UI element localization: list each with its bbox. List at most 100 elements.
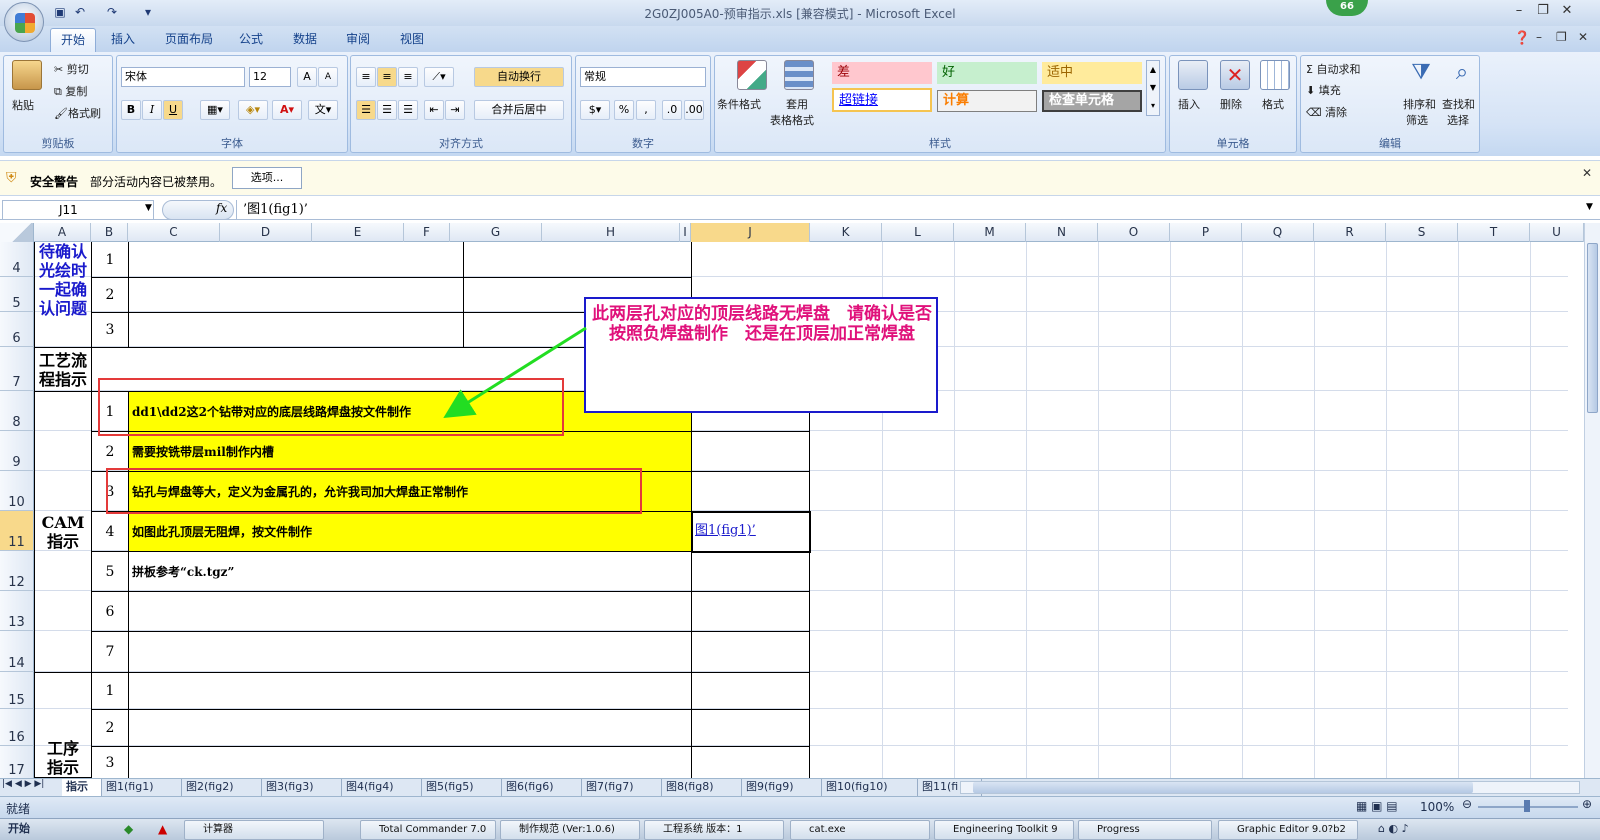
minimize-icon[interactable]: –	[1508, 3, 1530, 21]
wrap-text-button[interactable]: 自动换行	[474, 67, 564, 87]
align-right-icon[interactable]: ☰	[398, 100, 418, 120]
tab-data[interactable]: 数据	[283, 28, 327, 52]
tab-home[interactable]: 开始	[50, 28, 97, 52]
shrink-font-icon[interactable]: A	[318, 67, 338, 87]
align-middle-icon[interactable]: ≡	[377, 67, 397, 87]
style-bad[interactable]: 差	[832, 62, 932, 84]
copy-button[interactable]: ⧉ 复制	[54, 83, 87, 99]
taskbar-cat[interactable]: cat.exe	[790, 820, 930, 840]
ribbon-close-icon[interactable]: ✕	[1578, 30, 1588, 44]
increase-indent-icon[interactable]: ⇥	[445, 100, 465, 120]
security-options-button[interactable]: 选项...	[232, 167, 302, 189]
pending-cell[interactable]	[128, 242, 464, 278]
taskbar-engineering-system[interactable]: 工程系统 版本：1	[644, 820, 784, 840]
sheet-tab[interactable]: 图9(fig9)	[742, 779, 822, 796]
format-painter-button[interactable]: 🖌格式刷	[54, 105, 101, 121]
cam-item-4[interactable]: 如图此孔顶层无阻焊，按文件制作	[128, 511, 692, 552]
sheet-tab[interactable]: 图3(fig3)	[262, 779, 342, 796]
sheet-tab[interactable]: 图2(fig2)	[182, 779, 262, 796]
security-close-icon[interactable]: ✕	[1582, 166, 1592, 180]
proc-cell[interactable]	[128, 709, 692, 747]
binoculars-icon[interactable]: ⌕	[1447, 60, 1477, 90]
sheet-tab[interactable]: 图5(fig5)	[422, 779, 502, 796]
zoom-out-icon[interactable]: ⊖	[1462, 797, 1472, 811]
style-hyperlink[interactable]: 超链接	[832, 88, 932, 112]
column-header-l[interactable]: L	[882, 223, 954, 242]
row-header-12[interactable]: 12	[0, 551, 34, 591]
currency-icon[interactable]: $▾	[580, 100, 610, 120]
sheet-tab[interactable]: 图8(fig8)	[662, 779, 742, 796]
row-header-13[interactable]: 13	[0, 591, 34, 631]
help-icon[interactable]: ❓	[1514, 31, 1530, 46]
column-header-p[interactable]: P	[1170, 223, 1242, 242]
autosum-button[interactable]: Σ 自动求和	[1306, 61, 1360, 77]
fx-icon[interactable]: fx	[216, 201, 227, 215]
proc-cell[interactable]	[128, 746, 692, 779]
align-top-icon[interactable]: ≡	[356, 67, 376, 87]
restore-icon[interactable]: ❐	[1532, 3, 1554, 21]
taskbar-total-commander[interactable]: Total Commander 7.0	[360, 820, 496, 840]
merge-center-button[interactable]: 合并后居中	[474, 100, 564, 120]
sheet-tab[interactable]: 图7(fig7)	[582, 779, 662, 796]
row-header-15[interactable]: 15	[0, 672, 34, 709]
start-button[interactable]: 开始	[2, 820, 36, 840]
find-select-l2[interactable]: 选择	[1447, 112, 1469, 128]
ribbon-minimize-icon[interactable]: –	[1536, 30, 1542, 44]
cam-j-cell[interactable]	[691, 551, 810, 592]
style-check-cell[interactable]: 检查单元格	[1042, 90, 1142, 112]
horizontal-scroll-thumb[interactable]	[973, 782, 1473, 793]
format-as-table-icon[interactable]	[784, 60, 814, 90]
comma-button[interactable]: ,	[636, 100, 656, 120]
undo-icon[interactable]: ↶	[72, 5, 88, 21]
cam-item-5[interactable]: 拼板参考“ck.tgz”	[128, 551, 692, 592]
sort-filter-l2[interactable]: 筛选	[1406, 112, 1428, 128]
row-header-4[interactable]: 4	[0, 242, 34, 277]
cam-j-cell[interactable]	[691, 431, 810, 472]
cut-button[interactable]: ✂ 剪切	[54, 61, 89, 77]
j11-hyperlink-cell[interactable]: 图1(fig1)’	[691, 511, 811, 553]
column-header-q[interactable]: Q	[1242, 223, 1314, 242]
delete-cells-button[interactable]: 删除	[1220, 96, 1242, 112]
row-header-10[interactable]: 10	[0, 471, 34, 511]
column-header-b[interactable]: B	[91, 223, 128, 242]
column-header-n[interactable]: N	[1026, 223, 1098, 242]
insert-cells-button[interactable]: 插入	[1178, 96, 1200, 112]
orientation-icon[interactable]: ⟋▾	[424, 67, 454, 87]
column-header-a[interactable]: A	[34, 223, 91, 242]
ribbon-restore-icon[interactable]: ❐	[1556, 30, 1567, 44]
quicklaunch-pdf-icon[interactable]: ▲	[158, 822, 167, 836]
column-header-f[interactable]: F	[404, 223, 450, 242]
taskbar-graphic-editor[interactable]: Graphic Editor 9.0?b2	[1218, 820, 1358, 840]
taskbar-calculator[interactable]: 计算器	[184, 820, 324, 840]
zoom-slider-thumb[interactable]	[1524, 800, 1530, 812]
name-box-dropdown-icon[interactable]: ▼	[145, 203, 152, 213]
borders-icon[interactable]: ▦▾	[200, 100, 230, 120]
select-all-corner[interactable]	[0, 223, 34, 242]
vertical-scroll-thumb[interactable]	[1587, 243, 1598, 413]
save-icon[interactable]: ▣	[52, 5, 68, 21]
row-header-6[interactable]: 6	[0, 312, 34, 347]
font-name-select[interactable]: 宋体	[121, 67, 245, 87]
fill-color-icon[interactable]: ◈▾	[238, 100, 268, 120]
sheet-tab[interactable]: 图1(fig1)	[102, 779, 182, 796]
tray-icons[interactable]: ⌂ ◐ ♪	[1378, 822, 1409, 835]
column-header-c[interactable]: C	[128, 223, 220, 242]
formula-input[interactable]: ’图1(fig1)’	[236, 200, 1586, 220]
font-color-icon[interactable]: A▾	[272, 100, 302, 120]
row-header-5[interactable]: 5	[0, 277, 34, 312]
sheet-tab[interactable]: 图6(fig6)	[502, 779, 582, 796]
column-header-t[interactable]: T	[1458, 223, 1530, 242]
format-cells-icon[interactable]	[1260, 60, 1290, 90]
cam-j-cell[interactable]	[691, 631, 810, 673]
column-header-d[interactable]: D	[220, 223, 312, 242]
horizontal-scrollbar[interactable]	[960, 781, 1580, 794]
insert-cells-icon[interactable]	[1178, 60, 1208, 90]
italic-button[interactable]: I	[142, 100, 162, 120]
row-header-8[interactable]: 8	[0, 391, 34, 431]
clear-button[interactable]: ⌫ 清除	[1306, 104, 1347, 120]
format-cells-button[interactable]: 格式	[1262, 96, 1284, 112]
percent-button[interactable]: %	[614, 100, 634, 120]
column-header-o[interactable]: O	[1098, 223, 1170, 242]
increase-decimal-icon[interactable]: .0	[662, 100, 682, 120]
delete-cells-icon[interactable]: ✕	[1220, 60, 1250, 90]
